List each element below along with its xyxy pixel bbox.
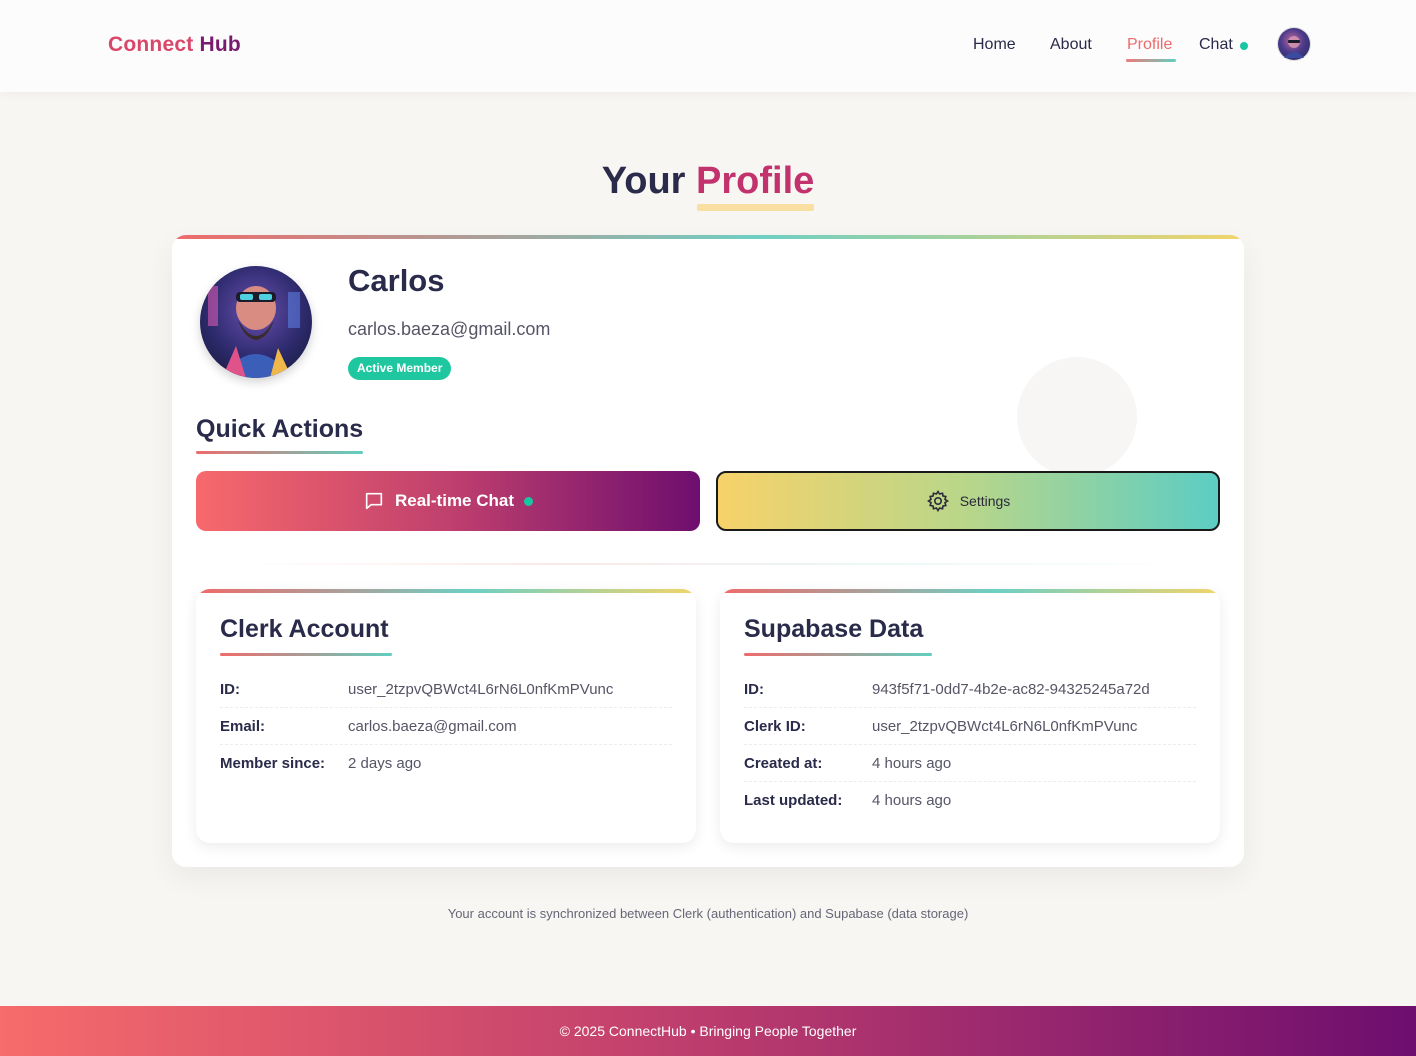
row-value: user_2tzpvQBWct4L6rN6L0nfKmPVunc	[348, 680, 614, 698]
supabase-row-clerk-id: Clerk ID: user_2tzpvQBWct4L6rN6L0nfKmPVu…	[744, 708, 1196, 745]
page-title-profile: Profile	[696, 160, 815, 202]
online-dot	[524, 496, 534, 506]
settings-label: Settings	[959, 493, 1011, 509]
settings-button[interactable]: Settings	[716, 471, 1220, 531]
status-badge: Active Member	[348, 357, 452, 380]
clerk-title-underline	[220, 653, 392, 656]
nav-active-indicator	[1126, 59, 1176, 62]
profile-card: Carlos carlos.baeza@gmail.com Active Mem…	[172, 235, 1244, 867]
avatar-portrait-icon	[200, 266, 312, 378]
row-label: Created at:	[744, 754, 823, 772]
top-navbar: Connect Hub Home About Profile Chat	[0, 0, 1416, 92]
quick-actions-underline	[196, 451, 363, 454]
row-label: Last updated:	[744, 792, 843, 809]
sync-note: Your account is synchronized between Cle…	[447, 906, 969, 921]
row-label: ID:	[744, 680, 764, 698]
supabase-title-underline	[744, 653, 932, 656]
clerk-card-gradient-bar	[196, 589, 696, 593]
supabase-data-card: Supabase Data ID: 943f5f71-0dd7-4b2e-ac8…	[720, 589, 1220, 843]
chat-bubble-icon	[365, 492, 383, 510]
clerk-account-title: Clerk Account	[220, 615, 389, 643]
row-label: Member since:	[220, 755, 326, 772]
nav-profile[interactable]: Profile	[1127, 36, 1172, 54]
app-logo[interactable]: Connect Hub	[108, 33, 241, 57]
row-value: 4 hours ago	[872, 754, 952, 772]
supabase-card-gradient-bar	[720, 589, 1220, 593]
title-highlight	[697, 204, 814, 211]
row-label: Email:	[220, 717, 266, 735]
supabase-data-title: Supabase Data	[744, 615, 924, 643]
profile-name: Carlos	[348, 263, 445, 298]
card-gradient-bar	[172, 235, 1244, 239]
nav-about[interactable]: About	[1050, 36, 1092, 54]
profile-email: carlos.baeza@gmail.com	[348, 319, 551, 339]
clerk-row-member-since: Member since: 2 days ago	[220, 745, 672, 782]
decorative-circle	[1017, 357, 1137, 477]
user-avatar-button[interactable]	[1278, 28, 1310, 60]
footer: © 2025 ConnectHub • Bringing People Toge…	[0, 1006, 1416, 1056]
chat-online-dot	[1240, 42, 1248, 50]
section-divider	[232, 563, 1182, 565]
row-label: Clerk ID:	[744, 717, 806, 735]
row-value: 943f5f71-0dd7-4b2e-ac82-94325245a72d	[872, 680, 1150, 698]
row-value: 2 days ago	[348, 755, 422, 772]
supabase-details-list: ID: 943f5f71-0dd7-4b2e-ac82-94325245a72d…	[744, 671, 1196, 819]
profile-avatar	[200, 266, 312, 378]
avatar-icon	[1284, 36, 1304, 58]
supabase-row-last-updated: Last updated: 4 hours ago	[744, 782, 1196, 819]
supabase-row-created-at: Created at: 4 hours ago	[744, 745, 1196, 782]
clerk-account-card: Clerk Account ID: user_2tzpvQBWct4L6rN6L…	[196, 589, 696, 843]
page-title: Your Profile	[0, 160, 1416, 203]
nav-home[interactable]: Home	[973, 36, 1016, 54]
nav-chat[interactable]: Chat	[1199, 36, 1233, 54]
row-label: ID:	[220, 680, 240, 698]
clerk-details-list: ID: user_2tzpvQBWct4L6rN6L0nfKmPVunc Ema…	[220, 671, 672, 782]
supabase-row-id: ID: 943f5f71-0dd7-4b2e-ac82-94325245a72d	[744, 671, 1196, 708]
clerk-row-email: Email: carlos.baeza@gmail.com	[220, 708, 672, 745]
gear-icon	[926, 490, 949, 512]
realtime-chat-button[interactable]: Real-time Chat	[196, 471, 700, 531]
realtime-chat-label: Real-time Chat	[394, 491, 515, 510]
clerk-row-id: ID: user_2tzpvQBWct4L6rN6L0nfKmPVunc	[220, 671, 672, 708]
logo-part-connect: Connect	[108, 33, 194, 56]
logo-part-hub: Hub	[199, 33, 241, 56]
row-value: 4 hours ago	[872, 792, 952, 809]
row-value: carlos.baeza@gmail.com	[348, 717, 517, 735]
row-value: user_2tzpvQBWct4L6rN6L0nfKmPVunc	[872, 717, 1138, 735]
page-title-your: Your	[601, 160, 686, 202]
quick-actions-title: Quick Actions	[196, 415, 364, 443]
